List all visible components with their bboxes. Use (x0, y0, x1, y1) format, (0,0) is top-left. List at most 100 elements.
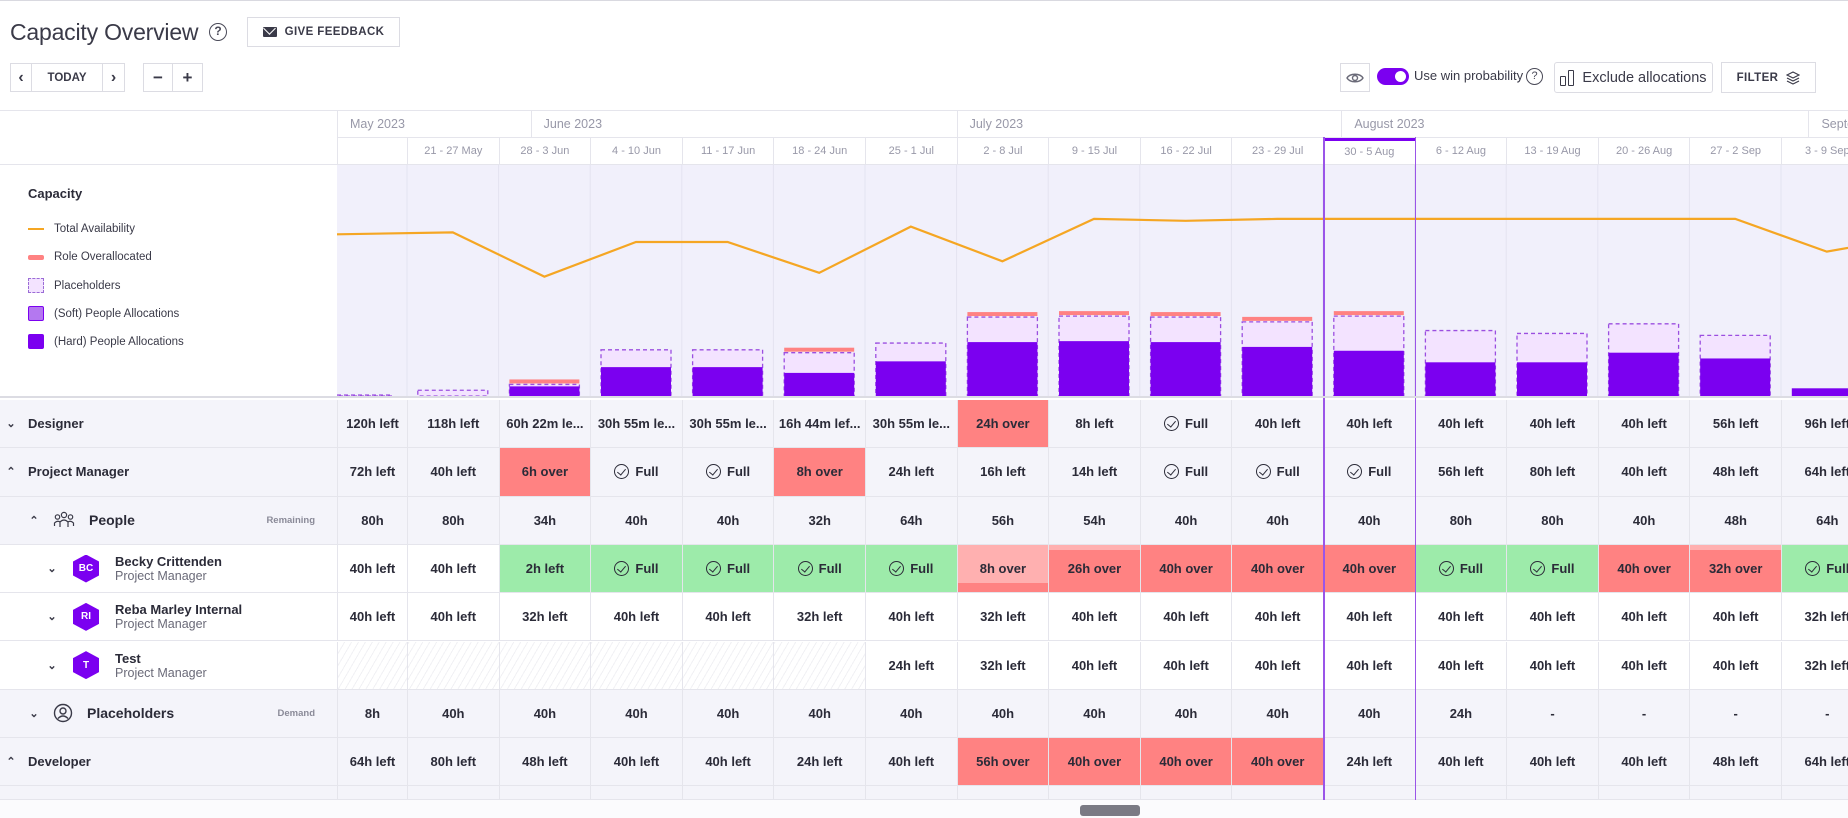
capacity-cell[interactable]: 40h left (1597, 448, 1690, 497)
chevron-up-icon[interactable]: ⌃ (4, 755, 18, 768)
capacity-cell[interactable]: 24h (1414, 689, 1507, 739)
capacity-cell[interactable] (337, 641, 407, 690)
capacity-cell[interactable]: 40h left (1323, 593, 1415, 642)
capacity-cell[interactable]: 40h (681, 689, 774, 739)
chevron-down-icon[interactable]: ⌄ (4, 417, 18, 430)
horizontal-scrollbar-thumb[interactable] (1080, 805, 1140, 816)
hard-allocation-bar[interactable] (1700, 358, 1771, 396)
week-label[interactable]: 11 - 17 Jun (681, 138, 774, 165)
week-label[interactable]: 2 - 8 Jul (956, 138, 1049, 165)
role-group-designer[interactable]: ⌄ Designer (0, 400, 337, 449)
capacity-cell[interactable] (407, 641, 499, 690)
capacity-cell[interactable]: 40h (1048, 689, 1140, 739)
capacity-cell[interactable]: 40h over (1048, 738, 1140, 787)
capacity-cell[interactable]: 54h (1048, 496, 1140, 545)
capacity-cell[interactable]: 40h left (1597, 641, 1690, 690)
zoom-in-button[interactable]: + (173, 64, 202, 91)
visibility-button[interactable] (1340, 63, 1370, 92)
capacity-cell[interactable]: 40h left (1323, 400, 1415, 449)
capacity-cell[interactable]: 24h left (1323, 738, 1415, 787)
capacity-cell[interactable]: 56h left (1689, 400, 1781, 449)
hard-allocation-bar[interactable] (875, 361, 946, 396)
capacity-cell[interactable]: 40h left (1597, 400, 1690, 449)
capacity-cell[interactable]: 40h left (1231, 593, 1323, 642)
capacity-cell[interactable]: 40h (1323, 496, 1415, 545)
capacity-cell[interactable]: 40h left (1231, 400, 1323, 449)
capacity-cell[interactable]: 40h left (1323, 641, 1415, 690)
capacity-cell[interactable]: 40h left (590, 593, 682, 642)
chevron-up-icon[interactable]: ⌃ (4, 465, 18, 478)
capacity-cell[interactable]: 40h (1231, 496, 1323, 545)
capacity-cell[interactable]: 40h left (590, 738, 682, 787)
hard-allocation-bar[interactable] (509, 386, 580, 396)
week-label[interactable]: 16 - 22 Jul (1139, 138, 1232, 165)
hard-allocation-bar[interactable] (784, 372, 855, 396)
capacity-cell[interactable]: 32h left (1781, 641, 1848, 690)
capacity-cell[interactable]: 56h over (956, 738, 1049, 787)
capacity-cell[interactable]: 64h left (1781, 448, 1848, 497)
capacity-cell[interactable]: 30h 55m le... (865, 400, 957, 449)
week-label[interactable]: 13 - 19 Aug (1506, 138, 1598, 165)
capacity-cell[interactable]: 16h left (956, 448, 1049, 497)
week-label[interactable]: 4 - 10 Jun (590, 138, 682, 165)
person-row-label[interactable]: ⌄ RI Reba Marley Internal Project Manager (0, 593, 337, 642)
capacity-cell[interactable]: 14h left (1048, 448, 1140, 497)
capacity-cell[interactable]: Full (681, 544, 774, 594)
chevron-up-icon[interactable]: ⌃ (27, 514, 41, 527)
week-label[interactable]: 21 - 27 May (407, 138, 499, 165)
capacity-cell[interactable]: 16h 44m lef... (773, 400, 865, 449)
week-label[interactable]: 3 - 9 Sep (1781, 138, 1848, 165)
capacity-cell[interactable]: 40h left (407, 593, 499, 642)
capacity-cell[interactable]: 40h left (1414, 400, 1507, 449)
capacity-cell[interactable]: 40h left (1048, 593, 1140, 642)
capacity-cell[interactable]: 32h over (1689, 544, 1781, 594)
capacity-cell[interactable]: 8h left (1048, 400, 1140, 449)
capacity-cell[interactable]: 40h over (1231, 738, 1323, 787)
capacity-cell[interactable]: 24h left (773, 738, 865, 787)
capacity-cell[interactable]: 64h (1781, 496, 1848, 545)
capacity-cell[interactable]: 40h left (1414, 641, 1507, 690)
capacity-cell[interactable]: 40h (590, 689, 682, 739)
capacity-cell[interactable]: Full (590, 448, 682, 497)
week-label[interactable]: 28 - 3 Jun (498, 138, 591, 165)
week-label[interactable]: 20 - 26 Aug (1597, 138, 1690, 165)
give-feedback-button[interactable]: GIVE FEEDBACK (247, 17, 400, 47)
subgroup-people[interactable]: ⌃ People Remaining (0, 496, 337, 545)
capacity-cell[interactable]: 40h (1323, 689, 1415, 739)
exclude-allocations-button[interactable]: Exclude allocations (1554, 62, 1713, 93)
capacity-cell[interactable]: 40h (590, 496, 682, 545)
week-label[interactable] (337, 138, 407, 165)
capacity-cell[interactable]: Full (1323, 448, 1415, 497)
capacity-cell[interactable]: 40h left (337, 544, 407, 594)
week-label[interactable]: 27 - 2 Sep (1689, 138, 1781, 165)
capacity-cell[interactable]: Full (1139, 448, 1232, 497)
win-probability-toggle[interactable] (1377, 68, 1409, 85)
hard-allocation-bar[interactable] (1608, 352, 1679, 396)
hard-allocation-bar[interactable] (1333, 350, 1404, 396)
capacity-cell[interactable]: 80h (1414, 496, 1507, 545)
capacity-cell[interactable]: 24h left (865, 448, 957, 497)
chevron-down-icon[interactable]: ⌄ (27, 707, 41, 720)
capacity-cell[interactable]: 8h over (773, 448, 865, 497)
capacity-cell[interactable]: 48h left (1689, 448, 1781, 497)
person-name[interactable]: Reba Marley Internal (115, 602, 242, 617)
capacity-cell[interactable]: 40h left (865, 738, 957, 787)
next-button[interactable]: › (103, 64, 124, 91)
capacity-cell[interactable]: 34h (498, 496, 591, 545)
today-button[interactable]: TODAY (32, 64, 103, 91)
capacity-cell[interactable]: 40h over (1139, 544, 1232, 594)
capacity-cell[interactable]: 48h (1689, 496, 1781, 545)
capacity-cell[interactable] (498, 641, 591, 690)
capacity-cell[interactable]: - (1506, 689, 1598, 739)
capacity-cell[interactable]: 48h left (498, 738, 591, 787)
capacity-cell[interactable]: 80h left (407, 738, 499, 787)
capacity-cell[interactable]: 40h left (1689, 593, 1781, 642)
hard-allocation-bar[interactable] (601, 367, 671, 396)
capacity-cell[interactable]: 40h (407, 689, 499, 739)
hard-allocation-bar[interactable] (1517, 362, 1587, 396)
capacity-cell[interactable]: Full (1506, 544, 1598, 594)
capacity-cell[interactable]: 40h left (681, 738, 774, 787)
capacity-cell[interactable]: 40h (1597, 496, 1690, 545)
capacity-cell[interactable]: 40h left (1048, 641, 1140, 690)
capacity-cell[interactable]: 32h left (956, 593, 1049, 642)
